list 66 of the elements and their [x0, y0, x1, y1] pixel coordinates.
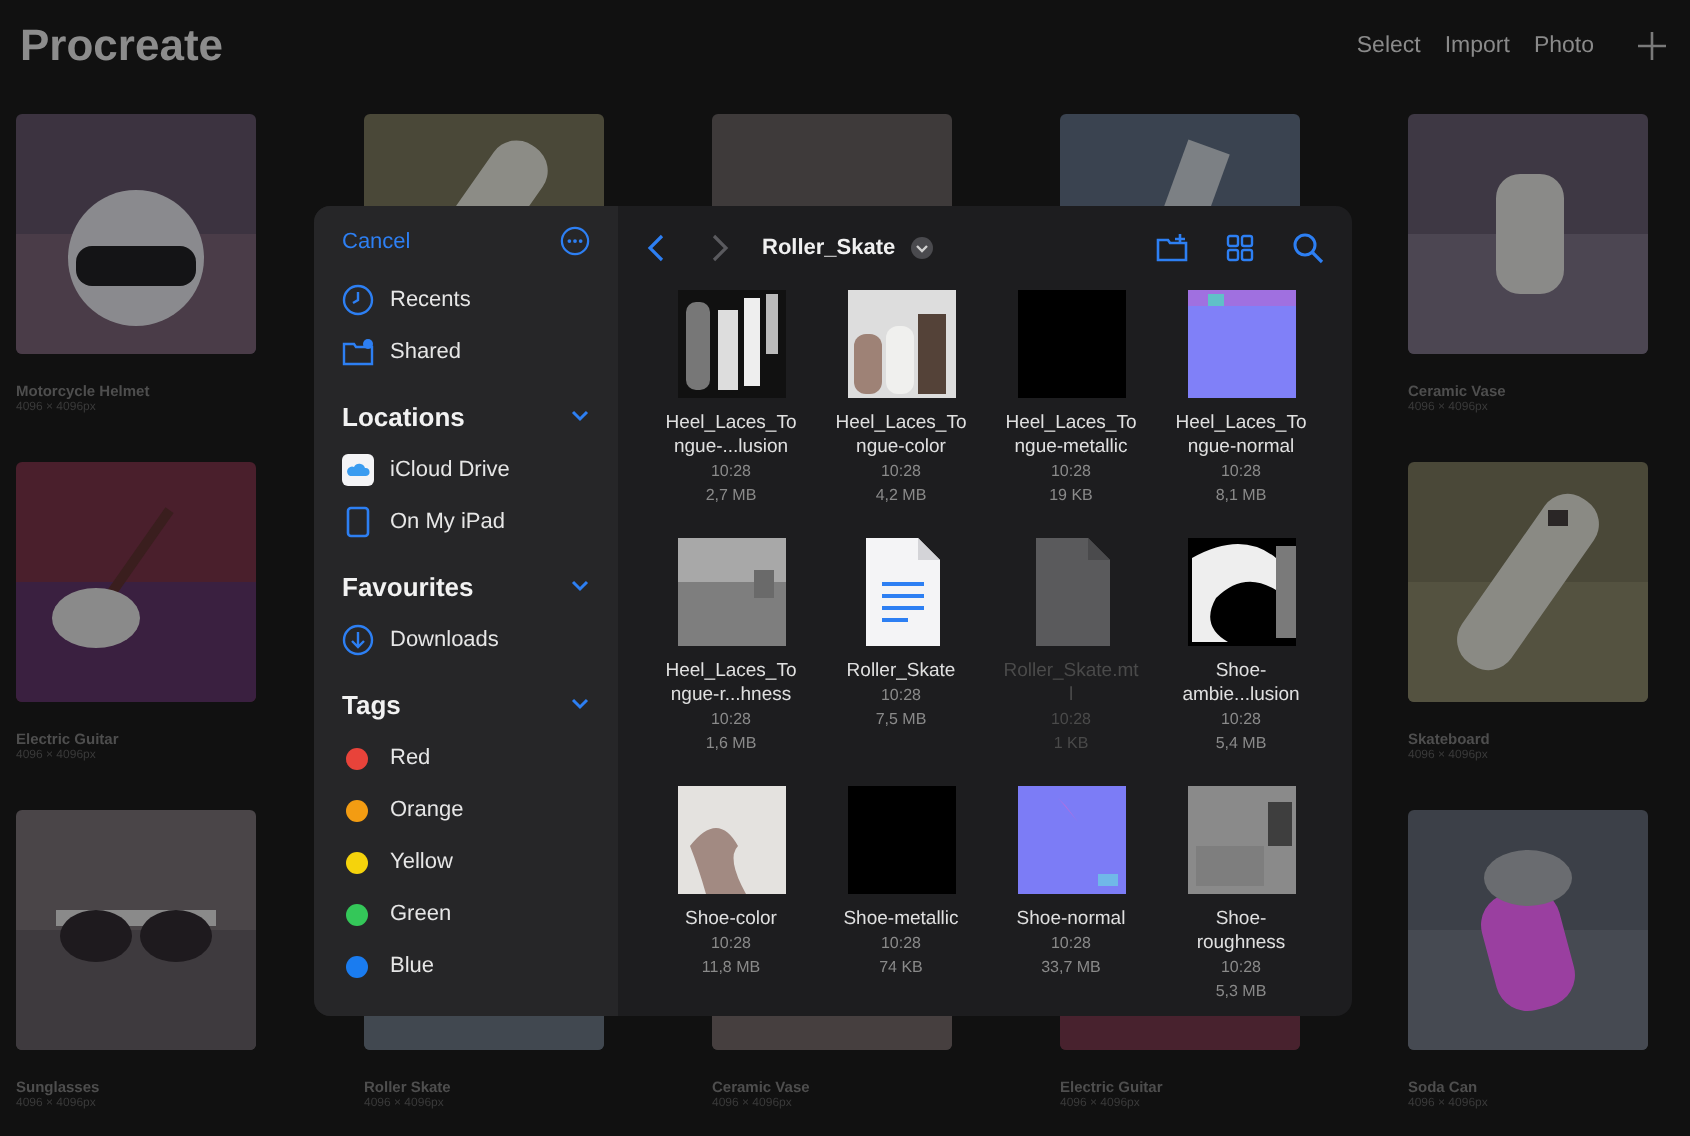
sidebar-item[interactable]: On My iPad: [390, 510, 505, 534]
sidebar-item[interactable]: Blue: [390, 954, 435, 978]
file-name[interactable]: Heel_Laces_Tongue-...lusion: [663, 412, 799, 460]
file-name[interactable]: Heel_Laces_Tongue-normal: [1173, 412, 1309, 460]
file-size: 74 KB: [879, 955, 923, 978]
sidebar-item[interactable]: Red: [390, 746, 431, 770]
clock-icon: [342, 284, 374, 316]
file-name[interactable]: Shoe-ambie...lusion: [1173, 660, 1309, 708]
file-time: 10:28: [710, 932, 752, 955]
search-icon[interactable]: [1292, 232, 1324, 264]
cancel-button[interactable]: Cancel: [342, 229, 411, 253]
file-size: 33,7 MB: [1041, 955, 1101, 978]
file-time: 10:28: [880, 684, 922, 707]
file-time: 10:28: [1220, 708, 1262, 731]
sidebar-item[interactable]: Yellow: [390, 850, 453, 874]
file-size: 8,1 MB: [1215, 483, 1267, 506]
download-icon: [342, 624, 374, 656]
file-size: 11,8 MB: [701, 955, 761, 978]
file-time: 10:28: [1050, 460, 1092, 483]
file-name[interactable]: Shoe-roughness: [1173, 908, 1309, 956]
toolbar-button[interactable]: Photo: [1533, 34, 1594, 58]
file-time: 10:28: [710, 460, 752, 483]
new-folder-icon[interactable]: [1156, 232, 1188, 264]
plus-icon[interactable]: [1638, 32, 1666, 60]
file-name[interactable]: Roller_Skate: [833, 660, 969, 684]
file-time: 10:28: [880, 932, 922, 955]
app-title: Procreate: [20, 20, 226, 72]
dropdown-icon[interactable]: [905, 232, 938, 264]
cloud-icon: [342, 454, 374, 486]
file-name[interactable]: Heel_Laces_Tongue-r...hness: [663, 660, 799, 708]
file-size: 7,5 MB: [875, 707, 927, 730]
sidebar-item[interactable]: iCloud Drive: [390, 458, 510, 482]
sidebar-item[interactable]: Orange: [390, 798, 464, 822]
file-time: 10:28: [710, 708, 752, 731]
file-name[interactable]: Heel_Laces_Tongue-color: [833, 412, 969, 460]
file-time: 10:28: [1050, 932, 1092, 955]
file-time: 10:28: [1220, 460, 1262, 483]
chevron-icon[interactable]: [570, 696, 590, 712]
toolbar-button[interactable]: Select: [1356, 34, 1421, 58]
file-name[interactable]: Heel_Laces_Tongue-metallic: [1003, 412, 1139, 460]
file-size: 4,2 MB: [875, 483, 927, 506]
file-name[interactable]: Shoe-color: [663, 908, 799, 932]
folder-icon: [342, 336, 374, 368]
file-time: 10:28: [1220, 956, 1262, 979]
grid-icon[interactable]: [1224, 232, 1256, 264]
toolbar-button[interactable]: Import: [1444, 34, 1510, 58]
chevron-icon[interactable]: [570, 408, 590, 424]
section-title: Favourites: [342, 571, 474, 601]
file-size: 19 KB: [1049, 483, 1093, 506]
file-time: 10:28: [880, 460, 922, 483]
chevron-icon[interactable]: [570, 578, 590, 594]
sidebar-item[interactable]: Shared: [390, 340, 461, 364]
folder-title: Roller_Skate: [762, 236, 896, 260]
more-icon[interactable]: [560, 226, 590, 256]
file-name[interactable]: Shoe-normal: [1003, 908, 1139, 932]
tablet-icon: [342, 506, 374, 538]
sidebar-item[interactable]: Downloads: [390, 628, 499, 652]
file-size: 5,4 MB: [1215, 731, 1267, 754]
file-name[interactable]: Shoe-metallic: [833, 908, 969, 932]
section-title: Locations: [342, 401, 465, 431]
sidebar-item[interactable]: Green: [390, 902, 452, 926]
file-size: 1,6 MB: [705, 731, 757, 754]
file-size: 5,3 MB: [1215, 979, 1267, 1002]
sidebar-item[interactable]: Recents: [390, 288, 471, 312]
section-title: Tags: [342, 689, 401, 719]
file-size: 2,7 MB: [705, 483, 757, 506]
